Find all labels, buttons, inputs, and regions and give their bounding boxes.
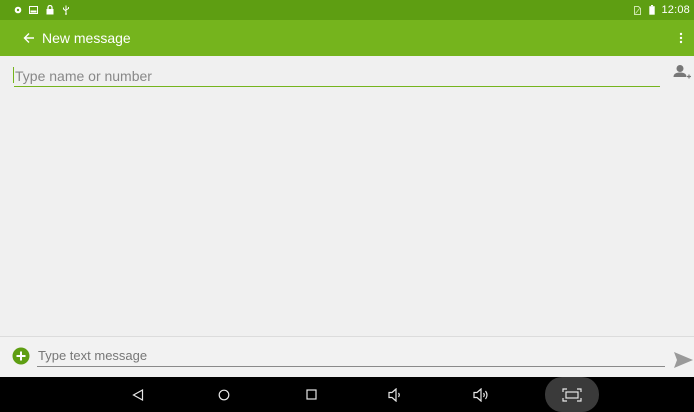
volume-up-button[interactable] [462, 377, 502, 412]
recents-icon [305, 389, 317, 400]
conversation-area [0, 92, 694, 336]
nav-back-button[interactable] [118, 377, 158, 412]
lock-icon [45, 5, 54, 15]
navigation-bar [0, 377, 694, 412]
settings-notification-icon [13, 5, 22, 15]
screenshot-button[interactable] [545, 377, 599, 412]
more-vert-icon [679, 32, 683, 44]
usb-icon [61, 5, 70, 15]
add-contact-button[interactable] [671, 62, 693, 82]
nav-home-button[interactable] [204, 377, 244, 412]
volume-down-icon [388, 387, 400, 402]
text-cursor [13, 67, 14, 83]
overflow-menu-button[interactable] [669, 20, 693, 56]
image-notification-icon [29, 5, 38, 15]
home-icon [218, 389, 230, 400]
message-input[interactable] [37, 345, 665, 367]
send-button[interactable] [673, 351, 694, 371]
app-bar: New message [0, 20, 694, 56]
messaging-screen: 12:08 New message [0, 0, 694, 412]
system-indicators: 12:08 [633, 4, 694, 16]
status-bar: 12:08 [0, 0, 694, 20]
nav-recents-button[interactable] [291, 377, 331, 412]
notification-icons [0, 5, 70, 15]
send-icon [674, 352, 693, 368]
back-icon [132, 388, 144, 401]
compose-bar [0, 336, 694, 377]
attach-button[interactable] [12, 347, 30, 365]
status-clock: 12:08 [661, 4, 690, 16]
add-person-icon [673, 65, 691, 79]
recipient-input[interactable] [14, 65, 660, 87]
volume-up-icon [473, 387, 488, 402]
volume-down-button[interactable] [376, 377, 416, 412]
arrow-back-icon [23, 33, 34, 43]
no-sim-icon [633, 5, 642, 15]
battery-icon [647, 5, 656, 15]
recipient-row [0, 56, 694, 92]
add-circle-icon [12, 347, 30, 365]
page-title: New message [42, 30, 131, 46]
screenshot-icon [562, 387, 582, 402]
